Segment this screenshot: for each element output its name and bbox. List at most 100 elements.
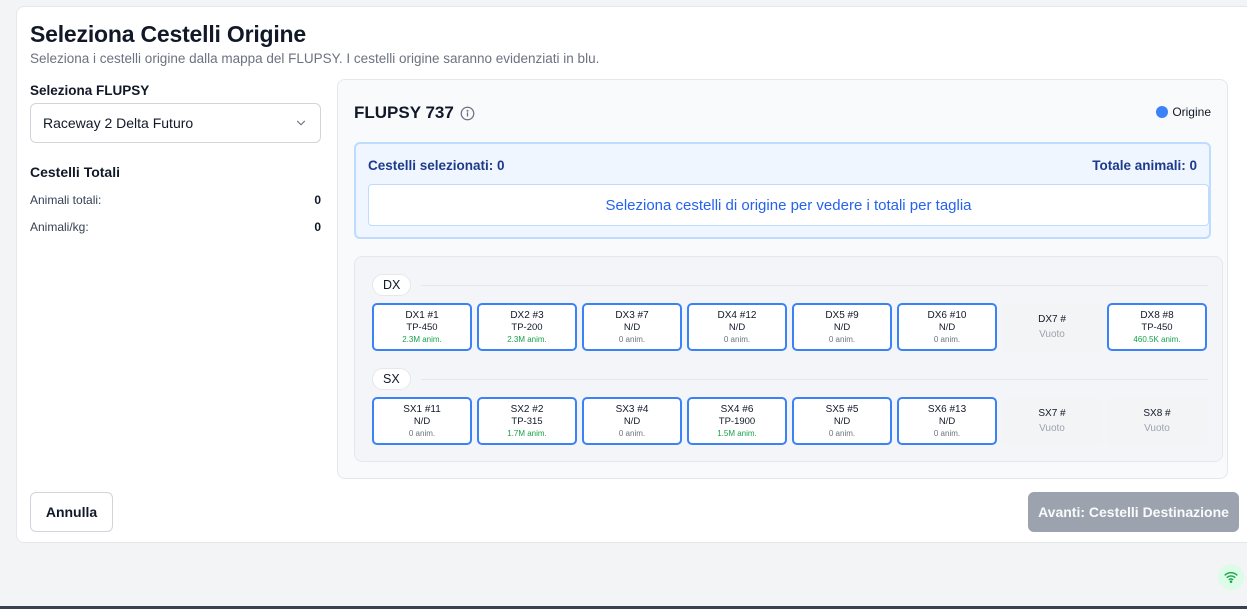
basket-size: TP-450 — [406, 322, 438, 333]
legend-label: Origine — [1172, 105, 1211, 119]
basket-animals: 0 anim. — [828, 429, 856, 438]
basket-size: TP-1900 — [718, 416, 756, 427]
animals-kg-row: Animali/kg: 0 — [30, 220, 321, 234]
basket-tile[interactable]: DX4 #12 N/D 0 anim. — [687, 303, 787, 351]
row-divider — [420, 378, 1208, 380]
wifi-icon — [1218, 564, 1244, 590]
basket-animals: 0 anim. — [933, 335, 961, 344]
basket-id: DX8 #8 — [1140, 310, 1174, 321]
legend-dot-icon — [1156, 106, 1169, 118]
basket-animals: 0 anim. — [828, 335, 856, 344]
basket-tile[interactable]: SX4 #6 TP-1900 1.5M anim. — [687, 397, 787, 445]
basket-animals: 1.7M anim. — [507, 429, 547, 438]
row-label-dx: DX — [372, 274, 412, 296]
row-header-sx: SX — [372, 368, 1208, 390]
basket-animals: 0 anim. — [408, 429, 436, 438]
basket-id: DX3 #7 — [615, 310, 649, 321]
basket-tile[interactable]: DX6 #10 N/D 0 anim. — [897, 303, 997, 351]
left-panel: Seleziona FLUPSY Raceway 2 Delta Futuro … — [30, 83, 321, 234]
basket-animals: 460.5K anim. — [1133, 335, 1181, 344]
page-title: Seleziona Cestelli Origine — [30, 21, 306, 47]
row-label-sx: SX — [372, 368, 411, 390]
basket-id: SX4 #6 — [720, 404, 754, 415]
basket-size: TP-450 — [1141, 322, 1173, 333]
basket-size: N/D — [413, 416, 431, 427]
basket-id: DX1 #1 — [405, 310, 439, 321]
basket-id: SX1 #11 — [403, 404, 441, 415]
flupsy-select[interactable]: Raceway 2 Delta Futuro — [30, 103, 321, 143]
basket-empty-label: Vuoto — [1144, 423, 1170, 434]
basket-tile[interactable]: SX8 # Vuoto — [1107, 397, 1207, 445]
selected-count: Cestelli selezionati: 0 — [368, 158, 505, 173]
basket-tile[interactable]: SX3 #4 N/D 0 anim. — [582, 397, 682, 445]
totals-title: Cestelli Totali — [30, 164, 120, 180]
basket-animals: 0 anim. — [618, 429, 646, 438]
flupsy-map-panel: FLUPSY 737 Origine Cestelli selezionati:… — [337, 79, 1228, 479]
basket-tile[interactable]: DX1 #1 TP-450 2.3M anim. — [372, 303, 472, 351]
basket-id: DX6 #10 — [927, 310, 967, 321]
selection-placeholder: Seleziona cestelli di origine per vedere… — [368, 184, 1209, 226]
basket-empty-label: Vuoto — [1039, 423, 1065, 434]
basket-tile[interactable]: SX5 #5 N/D 0 anim. — [792, 397, 892, 445]
basket-id: SX5 #5 — [825, 404, 859, 415]
total-animals: Totale animali: 0 — [1092, 158, 1197, 173]
basket-id: DX4 #12 — [717, 310, 757, 321]
basket-size: N/D — [623, 416, 641, 427]
basket-id: DX7 # — [1038, 314, 1066, 325]
basket-size: N/D — [623, 322, 641, 333]
basket-animals: 1.5M anim. — [717, 429, 757, 438]
animals-total-label: Animali totali: — [30, 193, 102, 207]
basket-animals: 2.3M anim. — [402, 335, 442, 344]
basket-empty-label: Vuoto — [1039, 329, 1065, 340]
basket-tile[interactable]: DX5 #9 N/D 0 anim. — [792, 303, 892, 351]
row-header-dx: DX — [372, 274, 1209, 296]
basket-id: DX5 #9 — [825, 310, 859, 321]
basket-id: DX2 #3 — [510, 310, 544, 321]
page-subtitle: Seleziona i cestelli origine dalla mappa… — [30, 51, 600, 66]
flupsy-select-label: Seleziona FLUPSY — [30, 83, 150, 98]
basket-id: SX8 # — [1143, 408, 1171, 419]
row-divider — [421, 284, 1209, 286]
main-card: Seleziona Cestelli Origine Seleziona i c… — [16, 6, 1247, 543]
basket-grid: DX DX1 #1 TP-450 2.3M anim. DX2 #3 TP-200 2.3… — [354, 256, 1223, 462]
basket-animals: 0 anim. — [618, 335, 646, 344]
basket-tile[interactable]: DX8 #8 TP-450 460.5K anim. — [1107, 303, 1207, 351]
info-icon[interactable] — [460, 106, 475, 121]
basket-size: TP-315 — [511, 416, 543, 427]
basket-size: N/D — [728, 322, 746, 333]
basket-id: SX3 #4 — [615, 404, 649, 415]
basket-animals: 0 anim. — [933, 429, 961, 438]
basket-animals: 2.3M anim. — [507, 335, 547, 344]
basket-tile[interactable]: DX2 #3 TP-200 2.3M anim. — [477, 303, 577, 351]
basket-id: SX7 # — [1038, 408, 1066, 419]
basket-size: N/D — [938, 322, 956, 333]
selection-summary: Cestelli selezionati: 0 Totale animali: … — [354, 142, 1211, 239]
animals-total-value: 0 — [314, 193, 321, 207]
cancel-button[interactable]: Annulla — [30, 492, 113, 532]
basket-size: N/D — [833, 322, 851, 333]
basket-tile[interactable]: SX7 # Vuoto — [1002, 397, 1102, 445]
basket-size: TP-200 — [511, 322, 543, 333]
basket-id: SX6 #13 — [927, 404, 967, 415]
flupsy-select-value: Raceway 2 Delta Futuro — [43, 115, 194, 131]
basket-tile[interactable]: SX2 #2 TP-315 1.7M anim. — [477, 397, 577, 445]
animals-kg-value: 0 — [314, 220, 321, 234]
map-title: FLUPSY 737 — [354, 103, 454, 122]
basket-size: N/D — [833, 416, 851, 427]
next-button: Avanti: Cestelli Destinazione — [1028, 492, 1239, 532]
legend: Origine — [1156, 105, 1211, 119]
basket-size: N/D — [938, 416, 956, 427]
animals-kg-label: Animali/kg: — [30, 220, 89, 234]
basket-animals: 0 anim. — [723, 335, 751, 344]
basket-row-dx: DX1 #1 TP-450 2.3M anim. DX2 #3 TP-200 2.3M a… — [372, 303, 1207, 351]
basket-id: SX2 #2 — [510, 404, 544, 415]
basket-tile[interactable]: DX7 # Vuoto — [1002, 303, 1102, 351]
basket-row-sx: SX1 #11 N/D 0 anim. SX2 #2 TP-315 1.7M anim. S… — [372, 397, 1207, 445]
basket-tile[interactable]: SX6 #13 N/D 0 anim. — [897, 397, 997, 445]
basket-tile[interactable]: SX1 #11 N/D 0 anim. — [372, 397, 472, 445]
chevron-down-icon — [296, 120, 306, 126]
basket-tile[interactable]: DX3 #7 N/D 0 anim. — [582, 303, 682, 351]
selection-summary-header: Cestelli selezionati: 0 Totale animali: … — [368, 158, 1197, 173]
animals-total-row: Animali totali: 0 — [30, 193, 321, 207]
map-title-row: FLUPSY 737 — [354, 103, 475, 123]
